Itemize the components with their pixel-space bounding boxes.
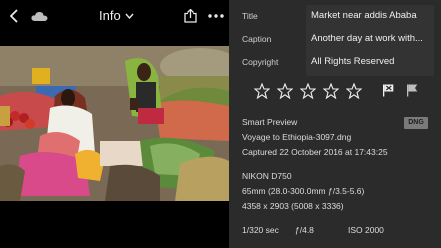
image-dimensions: 4358 x 2903 (5008 x 3336)	[242, 201, 344, 211]
iso: ISO 2000	[348, 225, 384, 235]
aperture: ƒ/4.8	[295, 225, 314, 235]
camera-model: NIKON D750	[242, 171, 292, 181]
share-icon[interactable]	[183, 8, 197, 24]
top-bar: Info	[0, 0, 229, 33]
more-icon[interactable]	[208, 8, 224, 24]
title-value: Market near addis Ababa	[311, 10, 417, 21]
preview-type: Smart Preview	[242, 117, 298, 127]
star-icon[interactable]	[277, 83, 293, 99]
lens-info: 65mm (28.0-300.0mm ƒ/3.5-5.6)	[242, 186, 365, 196]
caption-field[interactable]: Another day at work with...	[306, 28, 434, 53]
caption-label: Caption	[242, 34, 272, 44]
caption-row: Caption Another day at work with...	[229, 28, 441, 53]
title-field[interactable]: Market near addis Ababa	[306, 5, 434, 30]
info-dropdown[interactable]: Info	[99, 8, 134, 23]
info-title: Info	[99, 8, 121, 23]
title-label: Title	[242, 11, 258, 21]
chevron-down-icon	[125, 13, 134, 19]
star-icon[interactable]	[346, 83, 362, 99]
pick-flag-icon[interactable]	[406, 84, 418, 97]
star-icon[interactable]	[323, 83, 339, 99]
star-icon[interactable]	[254, 83, 270, 99]
shutter-speed: 1/320 sec	[242, 225, 279, 235]
copyright-field[interactable]: All Rights Reserved	[306, 51, 434, 76]
photo-pane: Info	[0, 0, 229, 248]
file-format-badge: DNG	[404, 117, 428, 129]
copyright-value: All Rights Reserved	[311, 56, 395, 67]
title-row: Title Market near addis Ababa	[229, 5, 441, 30]
capture-date: Captured 22 October 2016 at 17:43:25	[242, 147, 388, 157]
reject-flag-icon[interactable]	[382, 84, 394, 97]
caption-value: Another day at work with...	[311, 33, 423, 44]
info-panel: Title Market near addis Ababa Caption An…	[229, 0, 441, 248]
file-name: Voyage to Ethiopia-3097.dng	[242, 132, 352, 142]
copyright-row: Copyright All Rights Reserved	[229, 51, 441, 76]
copyright-label: Copyright	[242, 57, 279, 67]
star-icon[interactable]	[300, 83, 316, 99]
market-photo[interactable]	[0, 46, 229, 201]
cloud-icon[interactable]	[30, 8, 48, 24]
chevron-left-icon[interactable]	[8, 8, 20, 24]
star-rating	[254, 83, 362, 101]
